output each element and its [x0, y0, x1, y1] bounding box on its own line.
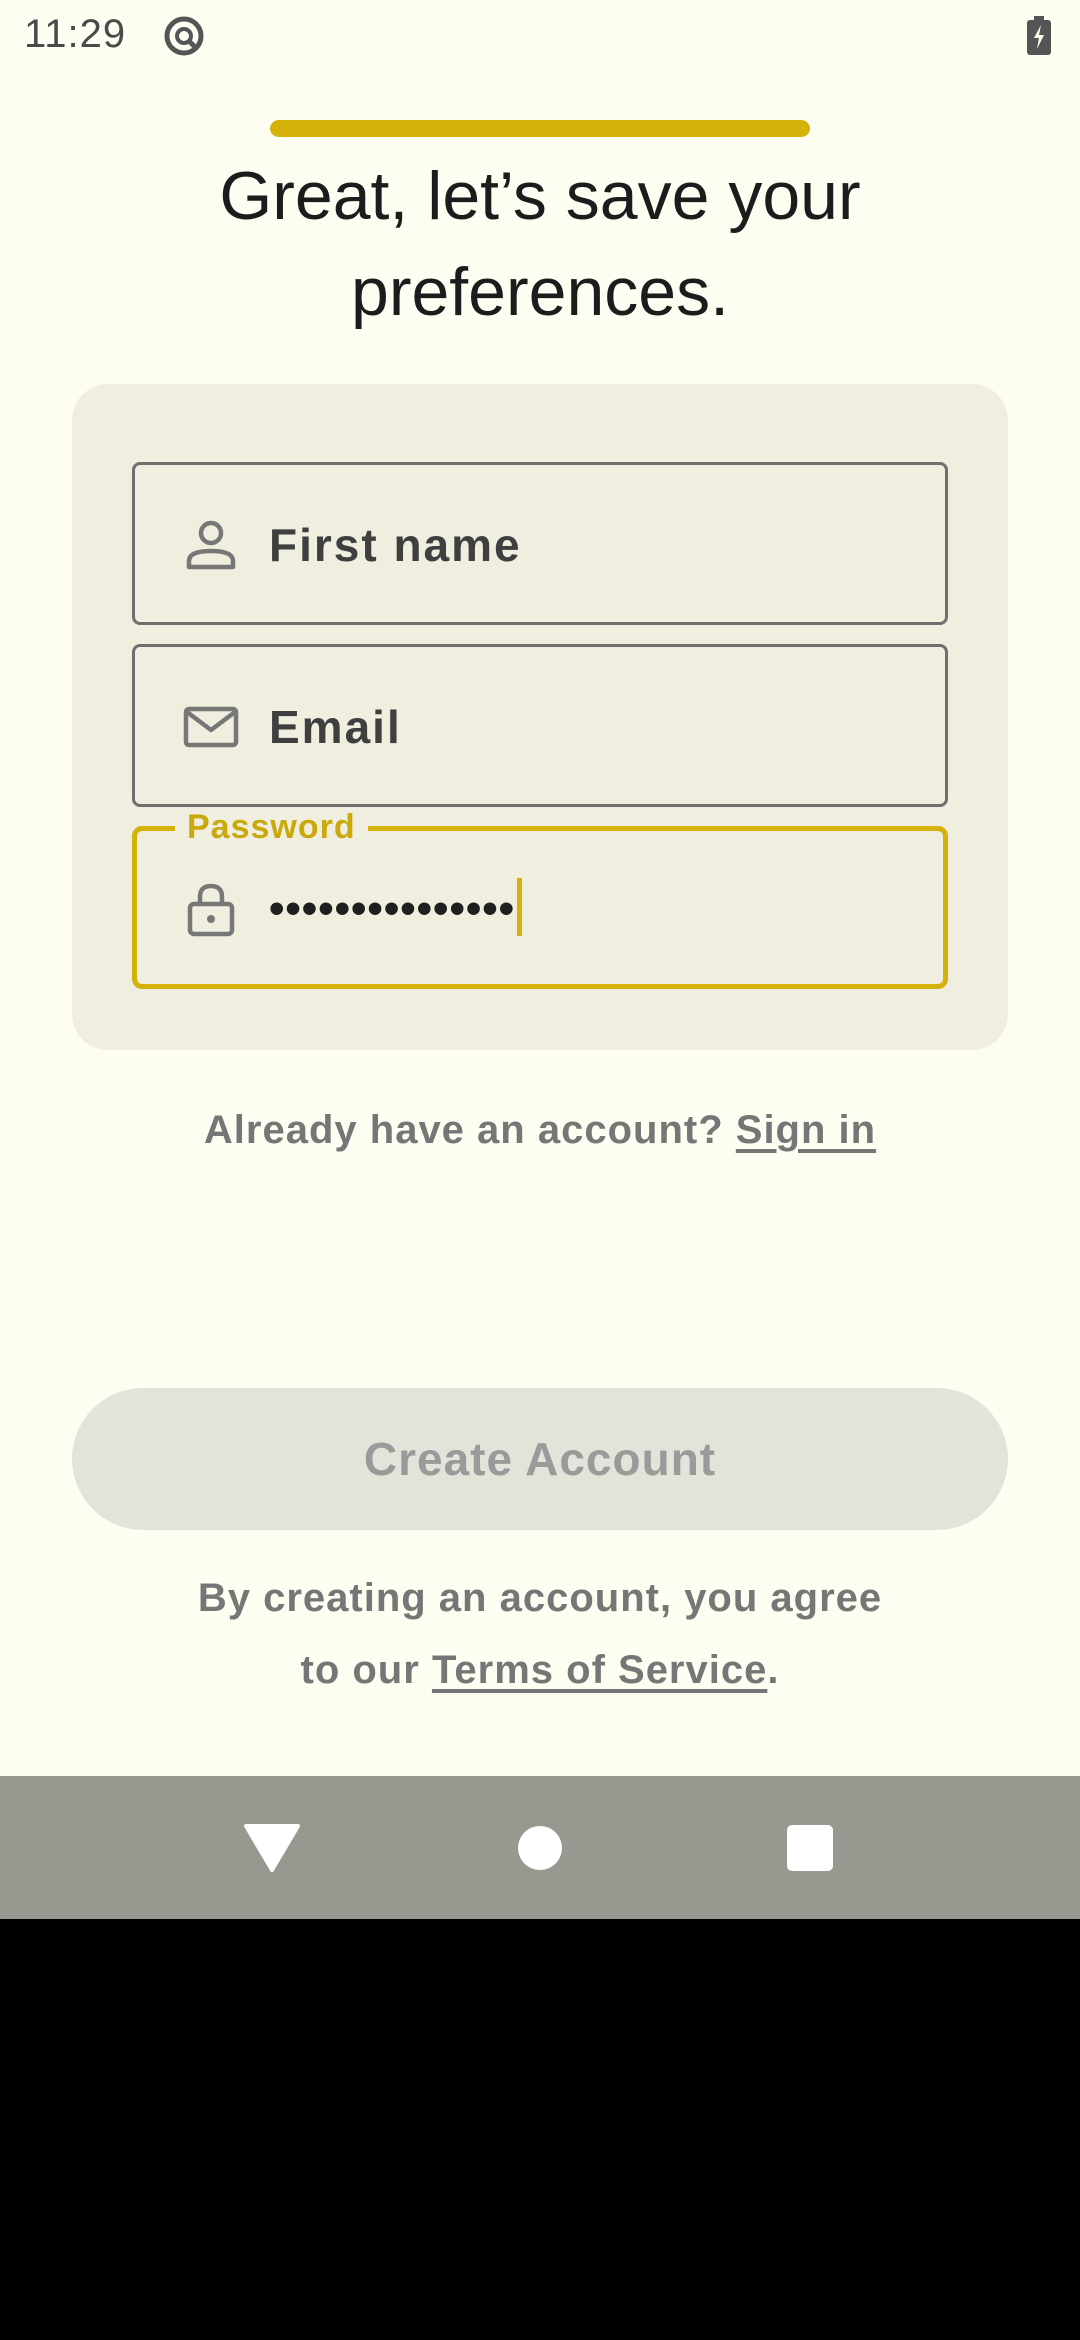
home-icon[interactable]: [518, 1826, 562, 1870]
email-placeholder: Email: [269, 701, 402, 753]
mail-icon: [183, 706, 239, 748]
signin-prompt-line: Already have an account? Sign in: [0, 1108, 1080, 1153]
letterbox-area: [0, 1919, 1080, 2340]
progress-bar: [270, 120, 810, 137]
first-name-placeholder: First name: [269, 519, 522, 571]
signin-prompt: Already have an account?: [203, 1108, 724, 1152]
sign-in-link[interactable]: Sign in: [736, 1108, 876, 1152]
back-icon[interactable]: [242, 1822, 302, 1874]
recents-icon[interactable]: [787, 1825, 833, 1871]
lock-icon: [187, 883, 235, 937]
password-value: •••••••••••••••: [269, 878, 523, 940]
text-cursor: [517, 878, 523, 937]
terms-line-1: By creating an account, you agree: [197, 1576, 883, 1620]
battery-charging-icon: [1027, 16, 1051, 55]
terms-of-service-link[interactable]: Terms of Service: [432, 1648, 767, 1692]
status-time: 11:29: [24, 12, 127, 56]
sync-circle-icon: [164, 16, 204, 56]
password-dots: •••••••••••••••: [269, 884, 516, 933]
terms-suffix: .: [767, 1648, 780, 1692]
signup-screen: 11:29 Great, let’s save your preferences…: [0, 0, 1080, 1776]
person-icon: [186, 520, 236, 570]
terms-prefix: to our: [300, 1648, 420, 1692]
progress-fill: [270, 120, 810, 137]
page-title: Great, let’s save your preferences.: [219, 158, 861, 330]
password-label: Password: [175, 807, 368, 847]
first-name-field[interactable]: First name: [132, 462, 948, 625]
signup-form-card: First name Email Password ••••••••••••••…: [72, 384, 1008, 1050]
create-account-button[interactable]: Create Account: [72, 1388, 1008, 1530]
terms-text: By creating an account, you agree to our…: [140, 1562, 940, 1706]
email-field[interactable]: Email: [132, 644, 948, 807]
status-bar: 11:29: [0, 0, 1080, 72]
password-field[interactable]: Password •••••••••••••••: [132, 807, 948, 989]
